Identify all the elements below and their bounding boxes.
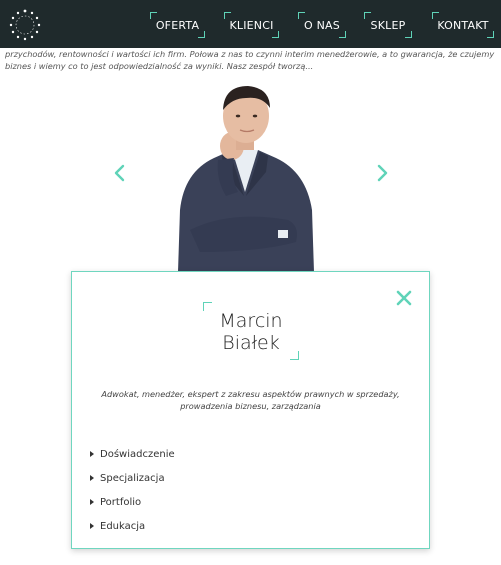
nav-oferta[interactable]: OFERTA bbox=[150, 12, 205, 38]
person-photo bbox=[178, 86, 314, 272]
nav-label: SKLEP bbox=[370, 18, 406, 32]
corner-bracket bbox=[405, 31, 412, 38]
nav-label: KLIENCI bbox=[229, 18, 274, 32]
nav-label: KONTAKT bbox=[437, 18, 489, 32]
profile-card: Marcin Białek Adwokat, menedżer, ekspert… bbox=[71, 271, 430, 549]
profile-sections-list: Doświadczenie Specjalizacja Portfolio Ed… bbox=[90, 442, 175, 538]
corner-bracket bbox=[487, 31, 494, 38]
profile-description: Adwokat, menedżer, ekspert z zakresu asp… bbox=[101, 389, 400, 411]
corner-bracket bbox=[339, 31, 346, 38]
top-nav: OFERTA KLIENCI O NAS SKLEP KONTAKT bbox=[0, 0, 501, 48]
nav-label: OFERTA bbox=[155, 18, 200, 32]
triangle-right-icon bbox=[90, 523, 94, 529]
close-icon[interactable] bbox=[395, 289, 413, 307]
section-doswiadczenie[interactable]: Doświadczenie bbox=[90, 442, 175, 466]
intro-text: przychodów, rentowności i wartości ich f… bbox=[5, 49, 495, 71]
profile-first-name: Marcin bbox=[219, 310, 283, 332]
nav-kontakt[interactable]: KONTAKT bbox=[432, 12, 494, 38]
nav-label: O NAS bbox=[304, 18, 340, 32]
business-drive-logo[interactable] bbox=[6, 6, 44, 44]
profile-last-name: Białek bbox=[222, 332, 280, 354]
corner-bracket bbox=[290, 351, 299, 360]
section-label: Doświadczenie bbox=[100, 448, 175, 460]
corner-bracket bbox=[198, 31, 205, 38]
section-label: Specjalizacja bbox=[100, 472, 165, 484]
corner-bracket bbox=[272, 31, 279, 38]
section-edukacja[interactable]: Edukacja bbox=[90, 514, 175, 538]
triangle-right-icon bbox=[90, 475, 94, 481]
triangle-right-icon bbox=[90, 451, 94, 457]
profile-name-box: Marcin Białek bbox=[203, 302, 299, 360]
nav-klienci[interactable]: KLIENCI bbox=[224, 12, 279, 38]
section-label: Portfolio bbox=[100, 496, 142, 508]
section-specjalizacja[interactable]: Specjalizacja bbox=[90, 466, 175, 490]
triangle-right-icon bbox=[90, 499, 94, 505]
nav-sklep[interactable]: SKLEP bbox=[364, 12, 412, 38]
nav-o-nas[interactable]: O NAS bbox=[298, 12, 346, 38]
chevron-left-icon[interactable] bbox=[110, 162, 130, 184]
chevron-right-icon[interactable] bbox=[372, 162, 392, 184]
section-portfolio[interactable]: Portfolio bbox=[90, 490, 175, 514]
section-label: Edukacja bbox=[100, 520, 146, 532]
profile-name: Marcin Białek bbox=[203, 310, 299, 354]
